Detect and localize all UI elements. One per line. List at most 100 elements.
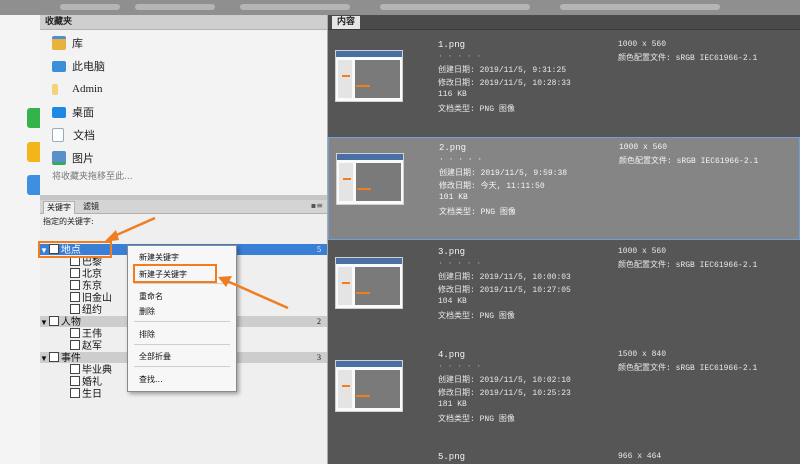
favorite-item-desktop[interactable]: 桌面 xyxy=(52,102,94,122)
profile-label: 颜色配置文件: xyxy=(618,54,671,63)
file-item[interactable]: 4.png · · · · · 创建日期: 2019/11/5, 10:02:1… xyxy=(328,345,800,448)
modified-value: 2019/11/5, 10:27:05 xyxy=(479,286,571,295)
keyword-label: 赵军 xyxy=(82,341,102,352)
keyword-checkbox[interactable] xyxy=(70,376,80,386)
rating-dots[interactable]: · · · · · xyxy=(439,155,482,164)
menu-item-find[interactable]: 查找... xyxy=(139,374,163,385)
profile-label: 颜色配置文件: xyxy=(618,364,671,373)
menu-item-rename[interactable]: 重命名 xyxy=(139,291,163,302)
library-icon xyxy=(52,36,66,50)
content-tabbar: 内容 xyxy=(328,15,800,30)
file-size: 116 KB xyxy=(438,90,467,99)
keyword-checkbox[interactable] xyxy=(48,316,59,326)
image-dimensions: 966 x 464 xyxy=(618,452,662,461)
keyword-checkbox[interactable] xyxy=(70,268,80,278)
favorite-item-pictures[interactable]: 图片 xyxy=(52,148,94,168)
profile-value: sRGB IEC61966-2.1 xyxy=(675,54,758,63)
favorite-item-label: 图片 xyxy=(72,153,94,165)
modified-label: 修改日期: xyxy=(438,389,475,398)
profile-label: 颜色配置文件: xyxy=(618,261,671,270)
app-icon xyxy=(27,142,40,162)
file-name: 5.png xyxy=(438,452,466,462)
file-item[interactable]: 3.png · · · · · 创建日期: 2019/11/5, 10:00:0… xyxy=(328,242,800,345)
app-icon xyxy=(27,108,40,128)
keywords-tabbar: 关键字 滤镜 ▪≡ xyxy=(40,200,327,214)
file-thumbnail xyxy=(335,257,403,309)
keyword-checkbox[interactable] xyxy=(70,280,80,290)
favorite-item-label: 文档 xyxy=(73,130,95,142)
keyword-checkbox[interactable] xyxy=(70,364,80,374)
favorite-item-label: 此电脑 xyxy=(72,61,105,73)
keyword-label: 毕业典 xyxy=(82,365,112,376)
file-name: 1.png xyxy=(438,40,466,50)
tab-content[interactable]: 内容 xyxy=(332,16,361,29)
keyword-checkbox[interactable] xyxy=(70,304,80,314)
rating-dots[interactable]: · · · · · xyxy=(438,52,481,61)
image-dimensions: 1500 x 840 xyxy=(618,350,667,359)
rating-dots[interactable]: · · · · · xyxy=(438,259,481,268)
rating-dots[interactable]: · · · · · xyxy=(438,362,481,371)
file-item[interactable]: 1.png · · · · · 创建日期: 2019/11/5, 9:31:25… xyxy=(328,35,800,138)
file-size: 181 KB xyxy=(438,400,467,409)
keyword-label: 婚礼 xyxy=(82,377,102,388)
keyword-label: 东京 xyxy=(82,281,102,292)
profile-value: sRGB IEC61966-2.1 xyxy=(675,364,758,373)
type-label: 文档类型: xyxy=(438,312,475,321)
document-icon xyxy=(52,128,64,142)
favorites-drop-hint: 将收藏夹拖移至此... xyxy=(52,172,133,182)
keyword-checkbox[interactable] xyxy=(70,328,80,338)
file-size: 101 KB xyxy=(439,193,468,202)
file-name: 3.png xyxy=(438,247,466,257)
file-item-selected[interactable]: 2.png · · · · · 创建日期: 2019/11/5, 9:59:38… xyxy=(328,137,800,240)
keyword-label: 纽约 xyxy=(82,305,102,316)
panel-menu-icon[interactable]: ▪≡ xyxy=(311,201,323,210)
menu-item-collapse-all[interactable]: 全部折叠 xyxy=(139,351,171,362)
profile-value: sRGB IEC61966-2.1 xyxy=(675,261,758,270)
menu-separator xyxy=(134,321,230,322)
keyword-label: 北京 xyxy=(82,269,102,280)
favorite-item-documents[interactable]: 文档 xyxy=(52,125,95,145)
expand-arrow-icon[interactable]: ▼ xyxy=(40,317,48,328)
keyword-checkbox[interactable] xyxy=(70,340,80,350)
file-thumbnail xyxy=(335,360,403,412)
favorites-panel: 收藏夹 库 此电脑 Admin 桌面 文档 图片 将收藏夹拖移至此... xyxy=(40,15,327,195)
window-title-bar xyxy=(0,0,800,15)
modified-value: 2019/11/5, 10:25:23 xyxy=(479,389,571,398)
created-value: 2019/11/5, 9:31:25 xyxy=(479,66,567,75)
created-value: 2019/11/5, 10:00:03 xyxy=(479,273,571,282)
tab-keywords[interactable]: 关键字 xyxy=(43,201,75,214)
favorite-item-label: 库 xyxy=(72,38,83,50)
favorite-item-label: 桌面 xyxy=(72,107,94,119)
keyword-checkbox[interactable] xyxy=(70,292,80,302)
favorite-item-this-pc[interactable]: 此电脑 xyxy=(52,56,105,76)
favorite-item-library[interactable]: 库 xyxy=(52,33,83,53)
keyword-checkbox[interactable] xyxy=(48,352,59,362)
type-label: 文档类型: xyxy=(438,415,475,424)
favorite-item-admin[interactable]: Admin xyxy=(52,79,103,99)
favorites-header: 收藏夹 xyxy=(40,15,327,30)
modified-label: 修改日期: xyxy=(438,79,475,88)
menu-item-exclude[interactable]: 排除 xyxy=(139,329,155,340)
menu-separator xyxy=(134,283,230,284)
expand-arrow-icon[interactable]: ▼ xyxy=(40,353,48,364)
menu-item-delete[interactable]: 删除 xyxy=(139,306,155,317)
keyword-label: 旧金山 xyxy=(82,293,112,304)
image-dimensions: 1000 x 560 xyxy=(618,247,667,256)
keyword-count: 5 xyxy=(317,245,321,254)
menu-item-new-keyword[interactable]: 新建关键字 xyxy=(139,252,179,263)
desktop-background-strip xyxy=(0,15,40,464)
created-value: 2019/11/5, 10:02:10 xyxy=(479,376,571,385)
modified-value: 今天, 11:11:50 xyxy=(480,182,545,191)
modified-value: 2019/11/5, 10:28:33 xyxy=(479,79,571,88)
tab-filter[interactable]: 滤镜 xyxy=(80,201,102,213)
keyword-label: 巴黎 xyxy=(82,257,102,268)
image-dimensions: 1000 x 560 xyxy=(618,40,667,49)
keyword-checkbox[interactable] xyxy=(70,388,80,398)
file-item[interactable]: 5.png 966 x 464 xyxy=(328,448,800,464)
computer-icon xyxy=(52,60,66,72)
favorite-item-label: Admin xyxy=(72,83,103,95)
keyword-count: 2 xyxy=(317,317,321,326)
keyword-group-label: 人物 xyxy=(60,317,81,328)
file-size: 104 KB xyxy=(438,297,467,306)
created-label: 创建日期: xyxy=(439,169,476,178)
